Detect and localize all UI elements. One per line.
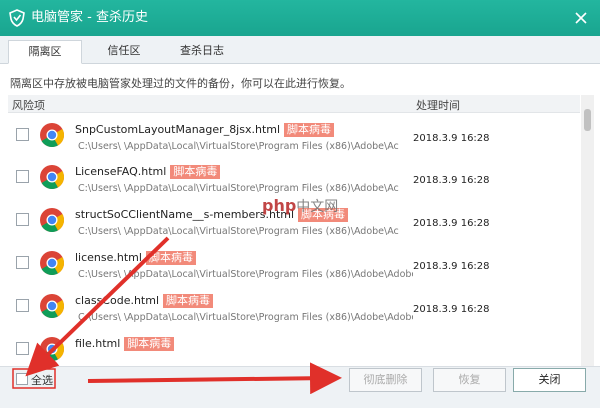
file-path: C:\Users\ \AppData\Local\VirtualStore\Pr… (78, 312, 413, 323)
chrome-icon (40, 294, 65, 319)
tab-trusted[interactable]: 信任区 (88, 40, 160, 64)
table-header: 风险项 处理时间 (8, 95, 580, 113)
table-row[interactable]: LicenseFAQ.html 脚本病毒 C:\Users\ \AppData\L… (8, 156, 580, 196)
row-checkbox[interactable] (16, 170, 29, 183)
table-row[interactable]: classCode.html 脚本病毒 C:\Users\ \AppData\Lo… (8, 285, 580, 325)
table-row[interactable]: SnpCustomLayoutManager_8jsx.html 脚本病毒 C:\… (8, 114, 580, 154)
delete-permanently-button[interactable]: 彻底删除 (349, 368, 422, 392)
file-name: license.html 脚本病毒 (75, 251, 196, 265)
column-header-risk: 风险项 (12, 99, 45, 112)
window-title: 电脑管家 - 查杀历史 (31, 10, 148, 25)
select-all-label[interactable]: 全选 (31, 372, 53, 388)
close-button[interactable]: 关闭 (513, 368, 586, 392)
row-checkbox[interactable] (16, 128, 29, 141)
file-name: file.html 脚本病毒 (75, 337, 175, 351)
footer-bar (0, 366, 600, 408)
column-header-time: 处理时间 (416, 99, 460, 112)
row-checkbox[interactable] (16, 299, 29, 312)
list-scrollbar[interactable] (581, 95, 594, 366)
chrome-icon (40, 337, 65, 362)
title-bar: 电脑管家 - 查杀历史 (0, 0, 600, 36)
quarantine-list: SnpCustomLayoutManager_8jsx.html 脚本病毒 C:\… (8, 114, 580, 366)
process-time: 2018.3.9 16:28 (413, 218, 490, 229)
restore-button[interactable]: 恢复 (433, 368, 506, 392)
chrome-icon (40, 208, 65, 233)
scrollbar-thumb[interactable] (584, 109, 591, 131)
file-path: C:\Users\ \AppData\Local\VirtualStore\Pr… (78, 183, 399, 194)
file-path: C:\Users\ \AppData\Local\VirtualStore\Pr… (78, 226, 399, 237)
chrome-icon (40, 165, 65, 190)
watermark: php中文网 (262, 196, 339, 215)
tab-bar: 隔离区 信任区 查杀日志 (0, 36, 600, 64)
process-time: 2018.3.9 16:28 (413, 304, 490, 315)
process-time: 2018.3.9 16:28 (413, 133, 490, 144)
tab-quarantine[interactable]: 隔离区 (8, 40, 82, 64)
quarantine-description: 隔离区中存放被电脑管家处理过的文件的备份，你可以在此进行恢复。 (10, 77, 351, 90)
row-checkbox[interactable] (16, 256, 29, 269)
threat-badge: 脚本病毒 (163, 294, 214, 308)
table-row[interactable]: license.html 脚本病毒 C:\Users\ \AppData\Loca… (8, 242, 580, 282)
table-row[interactable]: file.html 脚本病毒 (8, 328, 580, 366)
chrome-icon (40, 251, 65, 276)
file-path: C:\Users\ \AppData\Local\VirtualStore\Pr… (78, 269, 413, 280)
process-time: 2018.3.9 16:28 (413, 261, 490, 272)
shield-icon (9, 9, 25, 27)
tab-scan-log[interactable]: 查杀日志 (166, 40, 238, 64)
threat-badge: 脚本病毒 (284, 123, 335, 137)
select-all-checkbox[interactable] (16, 373, 28, 385)
threat-badge: 脚本病毒 (170, 165, 221, 179)
row-checkbox[interactable] (16, 342, 29, 355)
process-time: 2018.3.9 16:28 (413, 175, 490, 186)
threat-badge: 脚本病毒 (124, 337, 175, 351)
file-path: C:\Users\ \AppData\Local\VirtualStore\Pr… (78, 141, 399, 152)
threat-badge: 脚本病毒 (145, 251, 196, 265)
row-checkbox[interactable] (16, 213, 29, 226)
chrome-icon (40, 123, 65, 148)
close-icon[interactable] (572, 9, 590, 27)
file-name: SnpCustomLayoutManager_8jsx.html 脚本病毒 (75, 123, 335, 137)
file-name: LicenseFAQ.html 脚本病毒 (75, 165, 221, 179)
file-name: classCode.html 脚本病毒 (75, 294, 214, 308)
